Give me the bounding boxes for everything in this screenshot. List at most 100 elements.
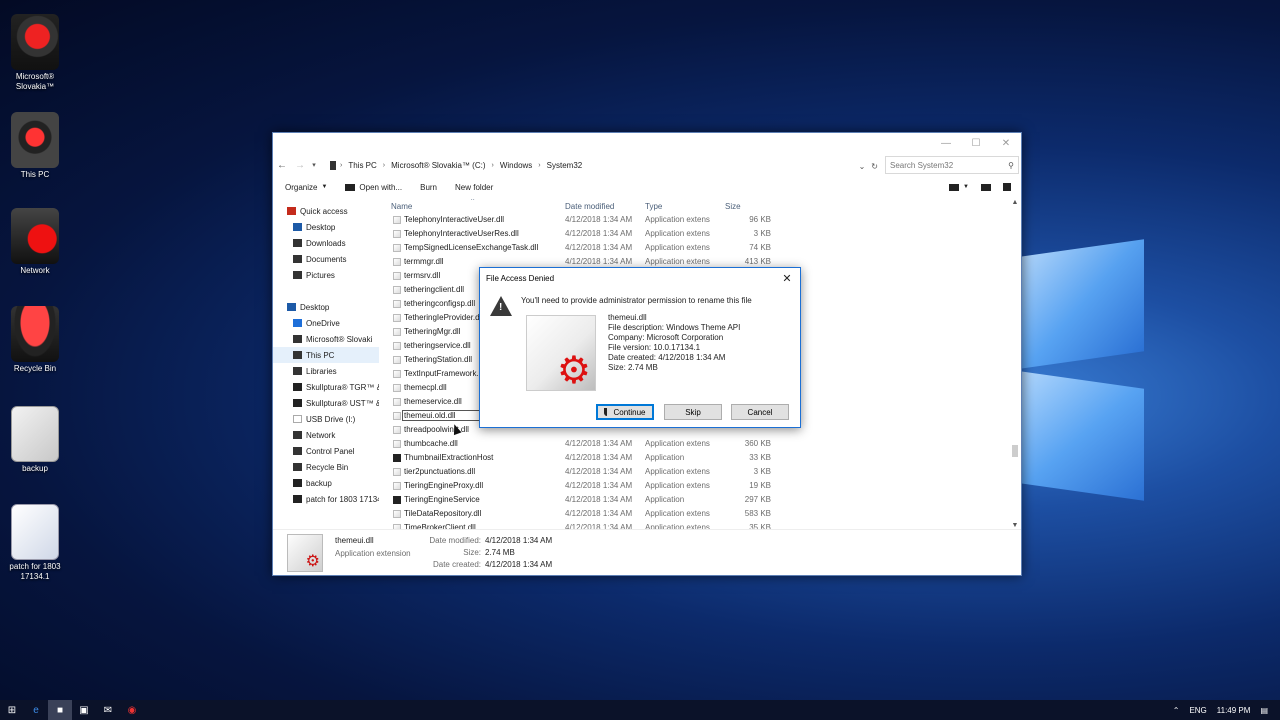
- new-folder-button[interactable]: New folder: [455, 183, 493, 192]
- breadcrumb-windows[interactable]: Windows: [494, 161, 538, 170]
- nav-item-label: Skullptura® UST™ &: [306, 398, 379, 408]
- scroll-thumb[interactable]: [1012, 445, 1018, 457]
- app-taskbar-icon[interactable]: ◉: [120, 700, 144, 720]
- desktop-icon-recycle-bin[interactable]: Recycle Bin: [4, 306, 66, 374]
- desktop-icon-user-folder[interactable]: Microsoft® Slovakia™: [4, 14, 66, 92]
- show-hidden-icons-icon[interactable]: ⌃: [1173, 706, 1180, 715]
- dll-file-icon: [393, 244, 401, 252]
- column-date-modified[interactable]: Date modified: [565, 202, 614, 211]
- back-arrow-icon[interactable]: ←: [273, 160, 291, 171]
- preview-pane-icon[interactable]: [981, 183, 991, 191]
- refresh-icon[interactable]: ↻: [871, 162, 878, 171]
- file-type: Application extens: [645, 509, 710, 518]
- table-row[interactable]: TileDataRepository.dll 4/12/2018 1:34 AM A…: [385, 507, 1005, 521]
- nav-item[interactable]: Quick access: [273, 203, 379, 219]
- mail-icon[interactable]: ✉: [96, 700, 120, 720]
- nav-item[interactable]: Pictures: [273, 267, 379, 283]
- library-icon: [293, 367, 302, 375]
- file-name: TelephonyInteractiveUserRes.dll: [404, 229, 519, 238]
- nav-item-label: backup: [306, 478, 332, 488]
- nav-item[interactable]: Skullptura® UST™ &: [273, 395, 379, 411]
- dll-file-icon: [393, 286, 401, 294]
- document-icon: [293, 255, 302, 263]
- edge-browser-icon[interactable]: e: [24, 700, 48, 720]
- table-row[interactable]: TelephonyInteractiveUserRes.dll 4/12/2018…: [385, 227, 1005, 241]
- close-button[interactable]: ✕: [991, 133, 1021, 153]
- column-type[interactable]: Type: [645, 202, 662, 211]
- table-row[interactable]: TieringEngineProxy.dll 4/12/2018 1:34 AM A…: [385, 479, 1005, 493]
- nav-item[interactable]: Libraries: [273, 363, 379, 379]
- maximize-button[interactable]: ☐: [961, 133, 991, 153]
- column-size[interactable]: Size: [725, 202, 741, 211]
- nav-item-label: Recycle Bin: [306, 462, 349, 472]
- breadcrumb-this-pc[interactable]: This PC: [342, 161, 382, 170]
- address-dropdown-icon[interactable]: ⌄: [859, 162, 866, 171]
- table-row[interactable]: tier2punctuations.dll 4/12/2018 1:34 AM Ap…: [385, 465, 1005, 479]
- table-row[interactable]: TimeBrokerClient.dll 4/12/2018 1:34 AM App…: [385, 521, 1005, 529]
- address-bar[interactable]: › This PC › Microsoft® Slovakia™ (C:) › …: [329, 156, 881, 174]
- breadcrumb-drive[interactable]: Microsoft® Slovakia™ (C:): [385, 161, 491, 170]
- details-modified-value: 4/12/2018 1:34 AM: [485, 536, 553, 545]
- file-explorer-taskbar-icon[interactable]: ■: [48, 700, 72, 720]
- file-size: 583 KB: [744, 509, 771, 518]
- organize-button[interactable]: Organize ▼: [285, 183, 327, 192]
- search-input[interactable]: Search System32 ⚲: [885, 156, 1019, 174]
- table-row[interactable]: ThumbnailExtractionHost 4/12/2018 1:34 AM…: [385, 451, 1005, 465]
- nav-item[interactable]: Skullptura® TGR™ &: [273, 379, 379, 395]
- table-row[interactable]: TieringEngineService 4/12/2018 1:34 AM App…: [385, 493, 1005, 507]
- action-center-icon[interactable]: ▤: [1260, 706, 1268, 715]
- rename-input[interactable]: themeui.old.dll: [402, 410, 480, 421]
- dialog-file-company: Company: Microsoft Corporation: [608, 333, 724, 342]
- store-icon[interactable]: ▣: [72, 700, 96, 720]
- continue-label: Continue: [613, 407, 646, 417]
- nav-item[interactable]: backup: [273, 475, 379, 491]
- nav-item[interactable]: Recycle Bin: [273, 459, 379, 475]
- table-row[interactable]: TempSignedLicenseExchangeTask.dll 4/12/20…: [385, 241, 1005, 255]
- forward-arrow-icon[interactable]: →: [291, 160, 309, 171]
- scroll-down-icon[interactable]: ▼: [1011, 522, 1019, 529]
- desktop-icon-patch[interactable]: patch for 1803 17134.1: [4, 504, 66, 582]
- change-view-icon[interactable]: [949, 183, 960, 191]
- nav-item[interactable]: Control Panel: [273, 443, 379, 459]
- cancel-button[interactable]: Cancel: [731, 404, 789, 420]
- nav-item-label: USB Drive (I:): [306, 414, 356, 424]
- scroll-up-icon[interactable]: ▲: [1011, 199, 1019, 206]
- title-bar[interactable]: — ☐ ✕: [273, 133, 1021, 153]
- nav-item[interactable]: Documents: [273, 251, 379, 267]
- desktop-icon-network[interactable]: Network: [4, 208, 66, 276]
- nav-item[interactable]: OneDrive: [273, 315, 379, 331]
- desktop-icon-this-pc[interactable]: This PC: [4, 112, 66, 180]
- chevron-down-icon: ▼: [321, 184, 328, 190]
- clock[interactable]: 11:49 PM: [1217, 706, 1251, 715]
- start-button[interactable]: ⊞: [0, 700, 24, 720]
- file-date: 4/12/2018 1:34 AM: [565, 467, 633, 476]
- skip-button[interactable]: Skip: [664, 404, 722, 420]
- open-with-button[interactable]: Open with...: [345, 183, 402, 192]
- nav-item[interactable]: Network: [273, 427, 379, 443]
- desktop-icon-backup[interactable]: backup: [4, 406, 66, 474]
- table-row[interactable]: TelephonyInteractiveUser.dll 4/12/2018 1:…: [385, 213, 1005, 227]
- vertical-scrollbar[interactable]: ▲ ▼: [1011, 199, 1019, 529]
- chevron-down-icon[interactable]: ▼: [963, 184, 969, 190]
- file-access-denied-dialog: File Access Denied ✕ ! You'll need to pr…: [479, 267, 801, 428]
- minimize-button[interactable]: —: [931, 133, 961, 153]
- burn-button[interactable]: Burn: [420, 183, 437, 192]
- recent-locations-chevron-icon[interactable]: ▾: [309, 161, 319, 169]
- table-row[interactable]: thumbcache.dll 4/12/2018 1:34 AM Applicati…: [385, 437, 1005, 451]
- continue-button[interactable]: Continue: [596, 404, 654, 420]
- breadcrumb-system32[interactable]: System32: [541, 161, 589, 170]
- help-icon[interactable]: [1003, 183, 1011, 191]
- column-name[interactable]: Name: [391, 202, 412, 211]
- nav-item[interactable]: This PC: [273, 347, 379, 363]
- folder-icon: [293, 479, 302, 487]
- dialog-close-icon[interactable]: ✕: [780, 271, 794, 285]
- desktop-icon-label: Network: [20, 266, 50, 275]
- nav-item[interactable]: Downloads: [273, 235, 379, 251]
- nav-item[interactable]: Desktop: [273, 299, 379, 315]
- nav-item[interactable]: Microsoft® Slovaki: [273, 331, 379, 347]
- nav-item[interactable]: USB Drive (I:): [273, 411, 379, 427]
- language-indicator[interactable]: ENG: [1189, 706, 1206, 715]
- nav-item[interactable]: patch for 1803 17134: [273, 491, 379, 507]
- nav-item[interactable]: Desktop: [273, 219, 379, 235]
- file-date: 4/12/2018 1:34 AM: [565, 257, 633, 266]
